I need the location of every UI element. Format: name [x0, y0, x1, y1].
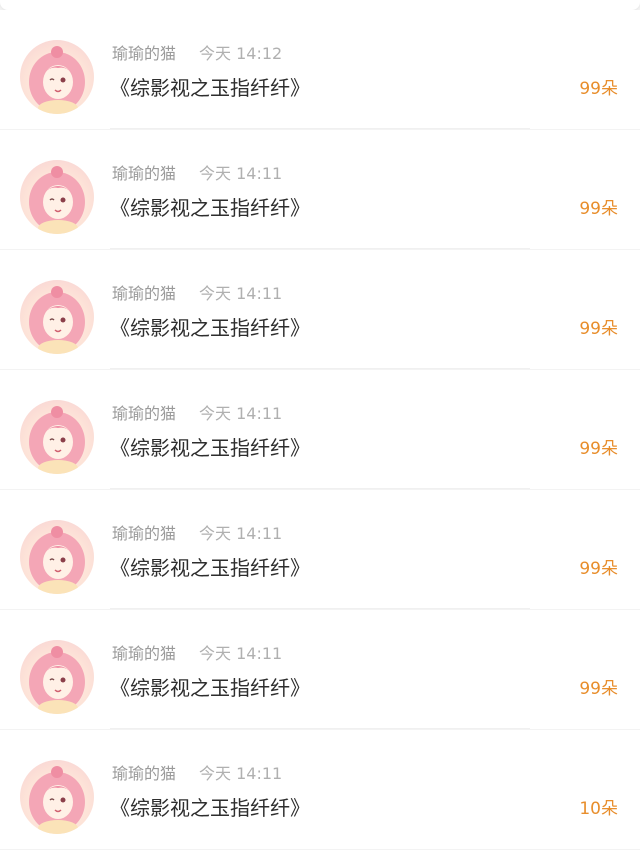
divider [110, 728, 530, 729]
divider [110, 488, 530, 489]
list-item[interactable]: 瑜瑜的猫 今天 14:11 《综影视之玉指纤纤》 99朵 [0, 370, 640, 489]
top-card-edge [0, 0, 640, 10]
anime-girl-avatar-icon [29, 286, 85, 354]
timestamp: 今天 14:11 [199, 164, 283, 183]
anime-girl-avatar-icon [29, 166, 85, 234]
anime-girl-avatar-icon [29, 646, 85, 714]
flower-count: 99朵 [579, 79, 618, 99]
list-item[interactable]: 瑜瑜的猫 今天 14:12 《综影视之玉指纤纤》 99朵 [0, 10, 640, 129]
anime-girl-avatar-icon [29, 46, 85, 114]
flower-count: 10朵 [579, 799, 618, 819]
flower-count: 99朵 [579, 439, 618, 459]
sender-name: 瑜瑜的猫 [112, 284, 177, 303]
gift-record-list: 瑜瑜的猫 今天 14:12 《综影视之玉指纤纤》 99朵 瑜瑜的猫 今天 14:… [0, 10, 640, 850]
divider [110, 608, 530, 609]
avatar[interactable] [20, 400, 94, 474]
divider [110, 368, 530, 369]
timestamp: 今天 14:11 [199, 404, 283, 423]
sender-name: 瑜瑜的猫 [112, 764, 177, 783]
book-title[interactable]: 《综影视之玉指纤纤》 [110, 312, 310, 341]
book-title[interactable]: 《综影视之玉指纤纤》 [110, 672, 310, 701]
book-title[interactable]: 《综影视之玉指纤纤》 [110, 792, 310, 821]
avatar[interactable] [20, 520, 94, 594]
book-title[interactable]: 《综影视之玉指纤纤》 [110, 432, 310, 461]
timestamp: 今天 14:12 [199, 44, 283, 63]
timestamp: 今天 14:11 [199, 524, 283, 543]
avatar[interactable] [20, 280, 94, 354]
avatar[interactable] [20, 760, 94, 834]
book-title[interactable]: 《综影视之玉指纤纤》 [110, 552, 310, 581]
list-item[interactable]: 瑜瑜的猫 今天 14:11 《综影视之玉指纤纤》 99朵 [0, 490, 640, 609]
book-title[interactable]: 《综影视之玉指纤纤》 [110, 72, 310, 101]
sender-name: 瑜瑜的猫 [112, 44, 177, 63]
avatar[interactable] [20, 160, 94, 234]
list-item[interactable]: 瑜瑜的猫 今天 14:11 《综影视之玉指纤纤》 99朵 [0, 610, 640, 729]
timestamp: 今天 14:11 [199, 764, 283, 783]
flower-count: 99朵 [579, 319, 618, 339]
list-item[interactable]: 瑜瑜的猫 今天 14:11 《综影视之玉指纤纤》 99朵 [0, 250, 640, 369]
sender-name: 瑜瑜的猫 [112, 404, 177, 423]
flower-count: 99朵 [579, 679, 618, 699]
sender-name: 瑜瑜的猫 [112, 164, 177, 183]
book-title[interactable]: 《综影视之玉指纤纤》 [110, 192, 310, 221]
sender-name: 瑜瑜的猫 [112, 644, 177, 663]
anime-girl-avatar-icon [29, 526, 85, 594]
flower-count: 99朵 [579, 199, 618, 219]
avatar[interactable] [20, 40, 94, 114]
list-item[interactable]: 瑜瑜的猫 今天 14:11 《综影视之玉指纤纤》 10朵 [0, 730, 640, 849]
list-item[interactable]: 瑜瑜的猫 今天 14:11 《综影视之玉指纤纤》 99朵 [0, 130, 640, 249]
timestamp: 今天 14:11 [199, 644, 283, 663]
flower-count: 99朵 [579, 559, 618, 579]
sender-name: 瑜瑜的猫 [112, 524, 177, 543]
anime-girl-avatar-icon [29, 406, 85, 474]
divider [110, 128, 530, 129]
anime-girl-avatar-icon [29, 766, 85, 834]
timestamp: 今天 14:11 [199, 284, 283, 303]
divider [110, 248, 530, 249]
avatar[interactable] [20, 640, 94, 714]
